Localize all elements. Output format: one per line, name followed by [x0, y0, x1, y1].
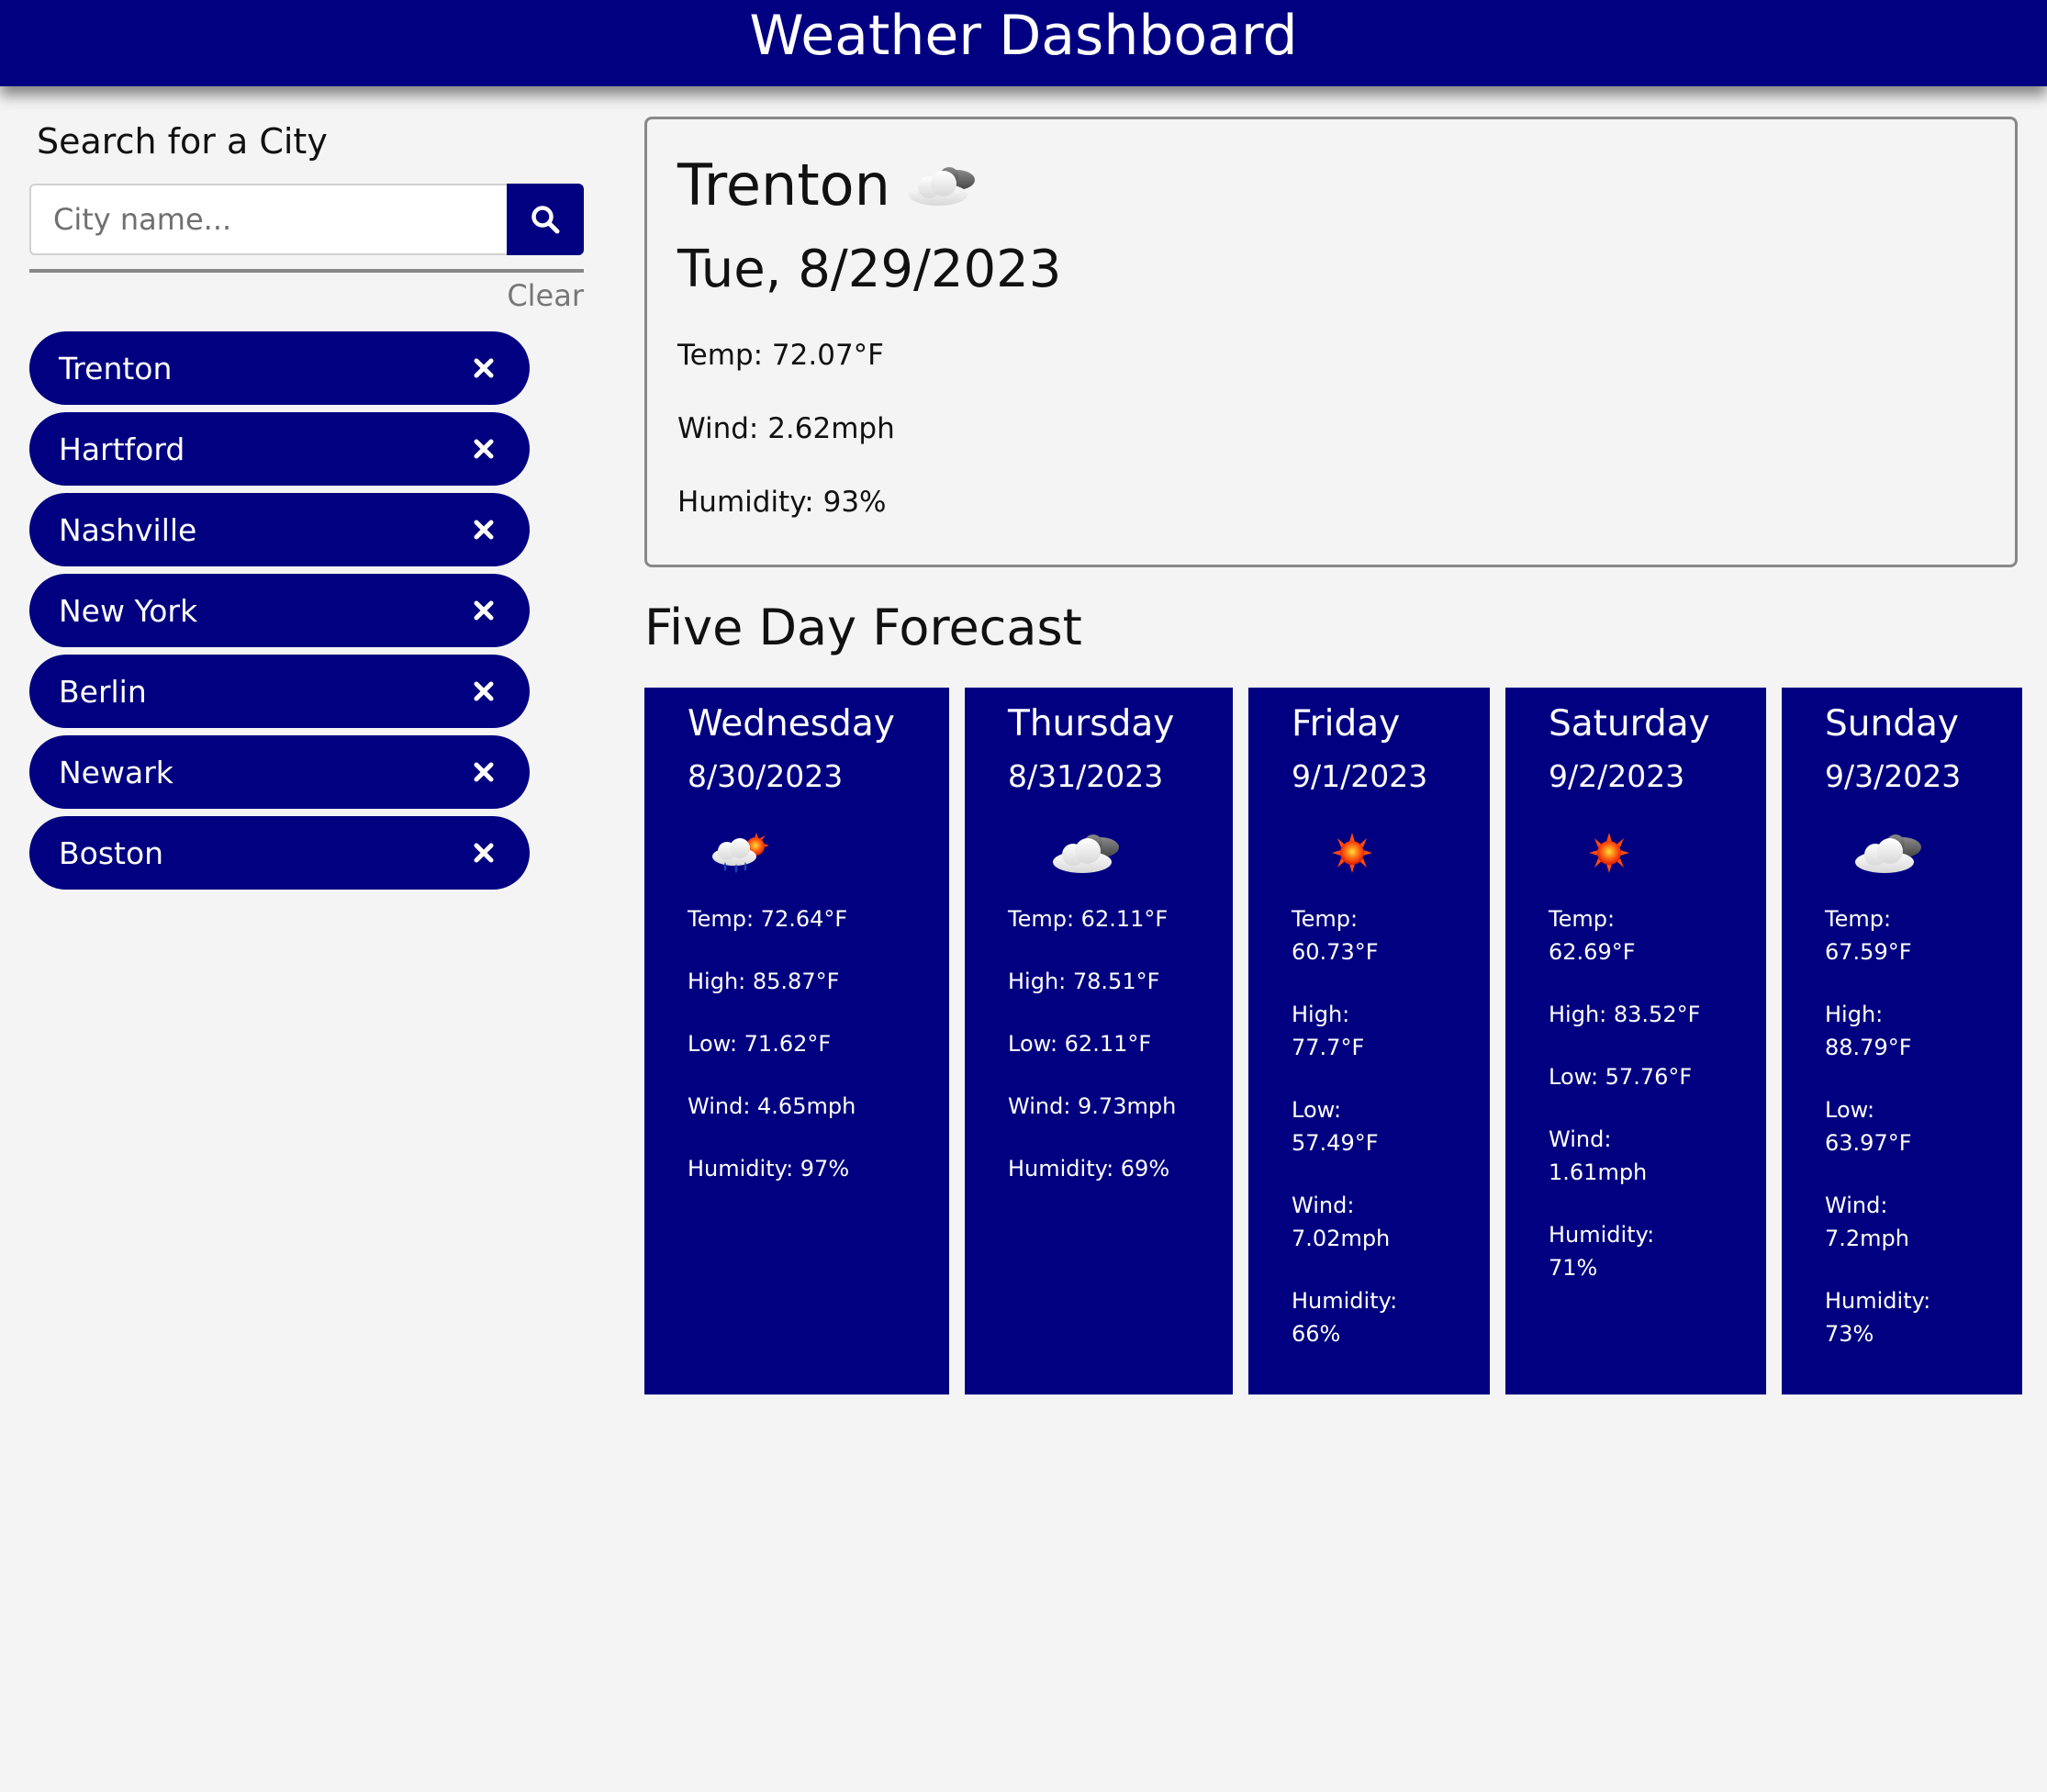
forecast-stats: Temp: 72.64°F High: 85.87°F Low: 71.62°F… [688, 902, 940, 1215]
forecast-date: 9/3/2023 [1825, 758, 1962, 794]
forecast-date: 9/2/2023 [1549, 758, 1685, 794]
history-city-button[interactable]: Boston [29, 816, 530, 890]
forecast-card: Saturday 9/2/2023 Temp: 62.69°F High: 83… [1505, 688, 1766, 1394]
sun-icon [1311, 825, 1393, 880]
forecast-day: Thursday [1008, 703, 1175, 745]
current-weather-card: Trenton Tue, 8/29/2023 Temp: 72.07°F Win… [644, 117, 2018, 567]
partly-cloudy-icon [1046, 825, 1128, 880]
search-button[interactable] [507, 184, 584, 255]
history-city-label: Hartford [59, 431, 185, 467]
forecast-card: Thursday 8/31/2023 Temp: 62.11°F High: 7… [965, 688, 1233, 1394]
forecast-low: Low: 71.62°F [688, 1031, 832, 1057]
forecast-card: Wednesday 8/30/2023 Temp: 72.64°F High: … [644, 688, 949, 1394]
history-city-label: Nashville [59, 511, 197, 548]
history-city-label: New York [59, 592, 198, 629]
history-city-button[interactable]: New York [29, 574, 530, 647]
remove-city-icon[interactable] [473, 438, 495, 460]
history-city-label: Newark [59, 754, 173, 790]
forecast-low: Low: 63.97°F [1825, 1097, 1912, 1156]
remove-city-icon[interactable] [473, 842, 495, 864]
city-search-input[interactable] [29, 184, 507, 255]
history-city-button[interactable]: Newark [29, 735, 530, 809]
forecast-humidity: Humidity: 66% [1292, 1288, 1398, 1347]
forecast-wind: Wind: 1.61mph [1549, 1126, 1648, 1185]
current-date: Tue, 8/29/2023 [677, 240, 1062, 299]
history-city-label: Boston [59, 834, 164, 871]
forecast-day: Saturday [1549, 703, 1710, 745]
remove-city-icon[interactable] [473, 680, 495, 702]
search-history-list: Trenton Hartford Nashville New York Berl… [29, 331, 530, 897]
forecast-temp: Temp: 67.59°F [1825, 906, 1912, 965]
forecast-temp: Temp: 72.64°F [688, 906, 848, 932]
forecast-date: 9/1/2023 [1292, 758, 1428, 794]
forecast-low: Low: 57.76°F [1549, 1064, 1693, 1090]
current-wind: Wind: 2.62mph [677, 412, 895, 445]
forecast-date: 8/30/2023 [688, 758, 844, 794]
sun-rain-cloud-icon [699, 825, 782, 880]
history-city-label: Trenton [59, 350, 173, 386]
forecast-temp: Temp: 62.11°F [1008, 906, 1169, 932]
forecast-stats: Temp: 62.11°F High: 78.51°F Low: 62.11°F… [1008, 902, 1224, 1215]
forecast-temp: Temp: 62.69°F [1549, 906, 1636, 965]
remove-city-icon[interactable] [473, 599, 495, 622]
forecast-high: High: 88.79°F [1825, 1002, 1912, 1060]
current-temp: Temp: 72.07°F [677, 339, 884, 372]
history-city-label: Berlin [59, 673, 147, 710]
forecast-stats: Temp: 62.69°F High: 83.52°F Low: 57.76°F… [1549, 902, 1705, 1314]
remove-city-icon[interactable] [473, 761, 495, 783]
forecast-humidity: Humidity: 73% [1825, 1288, 1931, 1347]
forecast-high: High: 83.52°F [1549, 1002, 1701, 1027]
forecast-wind: Wind: 7.2mph [1825, 1193, 1909, 1251]
current-city-heading: Trenton [677, 149, 984, 222]
forecast-day: Wednesday [688, 703, 895, 745]
history-city-button[interactable]: Trenton [29, 331, 530, 405]
forecast-heading: Five Day Forecast [644, 599, 1082, 656]
remove-city-icon[interactable] [473, 519, 495, 541]
forecast-wind: Wind: 4.65mph [688, 1093, 856, 1119]
forecast-temp: Temp: 60.73°F [1292, 906, 1379, 965]
current-city-name: Trenton [677, 151, 890, 218]
forecast-high: High: 77.7°F [1292, 1002, 1365, 1060]
forecast-humidity: Humidity: 97% [688, 1156, 850, 1182]
page-title: Weather Dashboard [749, 4, 1298, 68]
search-bar [29, 184, 584, 255]
history-city-button[interactable]: Berlin [29, 655, 530, 728]
forecast-card: Friday 9/1/2023 Temp: 60.73°F High: 77.7… [1248, 688, 1490, 1394]
forecast-wind: Wind: 7.02mph [1292, 1193, 1391, 1251]
forecast-low: Low: 57.49°F [1292, 1097, 1379, 1156]
clear-history-button[interactable]: Clear [400, 275, 584, 316]
sun-icon [1568, 825, 1650, 880]
forecast-stats: Temp: 67.59°F High: 88.79°F Low: 63.97°F… [1825, 902, 1944, 1380]
forecast-wind: Wind: 9.73mph [1008, 1093, 1177, 1119]
sidebar-divider [29, 269, 584, 273]
search-heading: Search for a City [37, 121, 328, 162]
forecast-card: Sunday 9/3/2023 Temp: 67.59°F High: 88.7… [1782, 688, 2022, 1394]
history-city-button[interactable]: Hartford [29, 412, 530, 486]
forecast-high: High: 78.51°F [1008, 969, 1160, 994]
forecast-humidity: Humidity: 71% [1549, 1222, 1655, 1281]
search-icon [531, 206, 560, 234]
forecast-high: High: 85.87°F [688, 969, 840, 994]
partly-cloudy-icon [1848, 825, 1930, 880]
forecast-day: Friday [1292, 703, 1401, 745]
history-city-button[interactable]: Nashville [29, 493, 530, 566]
current-humidity: Humidity: 93% [677, 486, 887, 519]
forecast-date: 8/31/2023 [1008, 758, 1164, 794]
forecast-day: Sunday [1825, 703, 1959, 745]
forecast-low: Low: 62.11°F [1008, 1031, 1152, 1057]
remove-city-icon[interactable] [473, 357, 495, 379]
app-header: Weather Dashboard [0, 0, 2047, 86]
partly-cloudy-icon [901, 158, 984, 213]
forecast-humidity: Humidity: 69% [1008, 1156, 1170, 1182]
forecast-stats: Temp: 60.73°F High: 77.7°F Low: 57.49°F … [1292, 902, 1420, 1380]
